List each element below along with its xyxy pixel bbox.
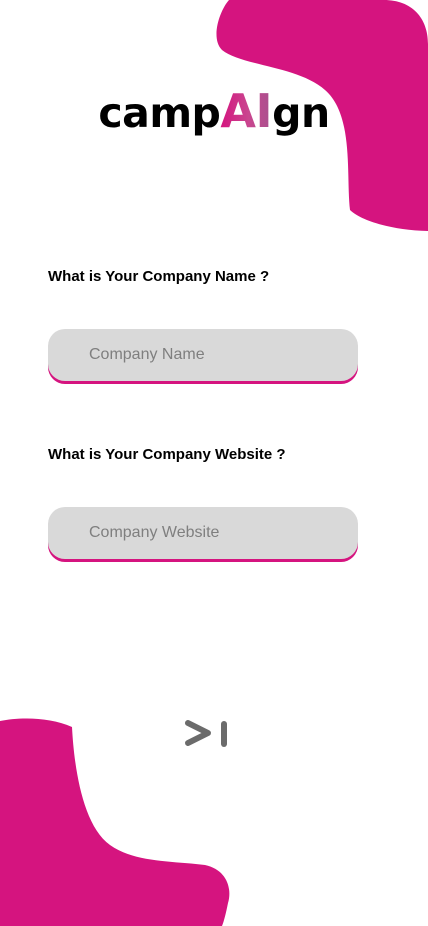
company-website-input[interactable]	[48, 507, 358, 559]
logo-text-highlight: AI	[220, 84, 273, 138]
company-name-question: What is Your Company Name ?	[48, 268, 270, 285]
company-name-input[interactable]	[48, 329, 358, 381]
company-website-field-container	[48, 507, 358, 559]
decorative-shape-bottom	[0, 718, 230, 926]
company-website-question: What is Your Company Website ?	[48, 446, 286, 463]
logo-text-suffix: gn	[272, 89, 330, 137]
app-logo: campAIgn	[0, 88, 428, 134]
logo-text-prefix: camp	[98, 89, 221, 137]
company-name-field-container	[48, 329, 358, 381]
